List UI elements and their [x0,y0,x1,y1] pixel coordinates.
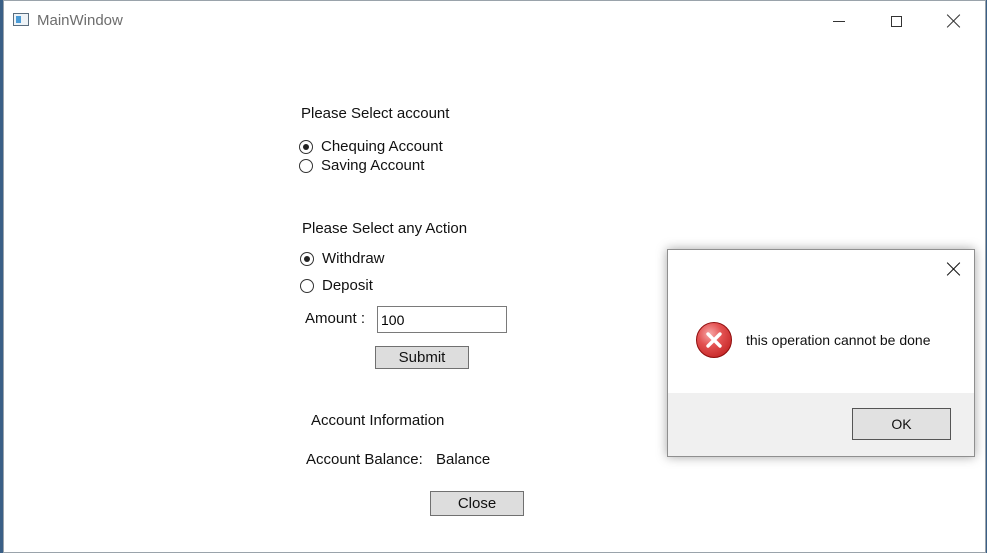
window-title: MainWindow [37,12,123,29]
submit-button[interactable]: Submit [375,346,469,369]
radio-saving-account[interactable]: Saving Account [299,157,424,174]
amount-label: Amount : [305,310,366,327]
radio-button[interactable] [300,251,314,266]
title-bar[interactable]: MainWindow [4,1,985,41]
radio-button[interactable] [299,139,313,154]
close-icon [947,14,961,28]
ok-button[interactable]: OK [852,408,951,440]
radio-label: Deposit [322,277,373,294]
radio-label: Withdraw [322,250,385,267]
dialog-footer: OK [668,393,974,456]
action-heading: Please Select any Action [302,220,468,237]
radio-button[interactable] [300,278,314,293]
maximize-icon [890,15,902,27]
account-balance-value: Balance [436,451,491,468]
account-heading: Please Select account [301,105,450,122]
radio-label: Saving Account [321,157,425,174]
app-window-icon [13,13,29,26]
account-balance-label: Account Balance: [306,451,423,468]
maximize-button[interactable] [867,1,925,41]
close-button[interactable]: Close [430,491,524,516]
dialog-close-button[interactable] [940,258,968,280]
radio-chequing-account[interactable]: Chequing Account [299,138,443,155]
radio-withdraw[interactable]: Withdraw [300,250,385,267]
close-icon [947,262,961,276]
minimize-button[interactable] [810,1,868,41]
radio-deposit[interactable]: Deposit [300,277,373,294]
error-icon [696,322,732,358]
radio-button[interactable] [299,158,313,173]
close-window-button[interactable] [925,1,983,41]
account-info-heading: Account Information [311,412,445,429]
dialog-message: this operation cannot be done [746,332,931,348]
amount-input[interactable]: 100 [377,306,507,333]
error-dialog: this operation cannot be done OK [667,249,975,457]
radio-label: Chequing Account [321,138,443,155]
minimize-icon [833,20,845,22]
